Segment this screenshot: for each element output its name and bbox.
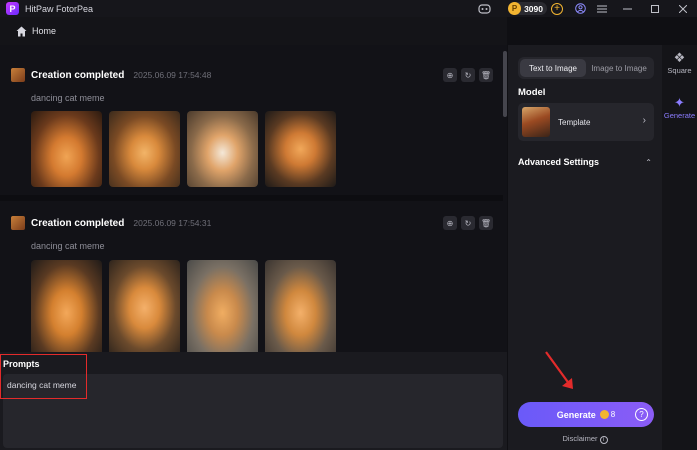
regenerate-icon[interactable]: ↻ [461, 216, 475, 230]
app-title: HitPaw FotorPea [25, 3, 94, 14]
coin-icon: P [508, 2, 522, 15]
coin-icon [599, 410, 609, 419]
creation-avatar [11, 68, 25, 82]
zoom-icon[interactable]: ⊕ [443, 216, 457, 230]
result-image[interactable] [187, 260, 258, 352]
add-coins-icon[interactable]: + [551, 2, 563, 15]
disclaimer-link[interactable]: Disclaimer i [508, 434, 662, 444]
result-image[interactable] [31, 260, 102, 352]
creation-prompt: dancing cat meme [31, 93, 105, 103]
square-icon: ❖ [673, 50, 686, 65]
creation-prompt: dancing cat meme [31, 241, 105, 251]
creation-title: Creation completed [31, 69, 125, 81]
zoom-icon[interactable]: ⊕ [443, 68, 457, 82]
home-bar: Home [0, 17, 507, 45]
model-name: Template [558, 117, 591, 127]
feed-scrollbar[interactable] [503, 45, 507, 352]
model-label: Model [518, 87, 546, 98]
model-thumbnail [522, 107, 550, 137]
minimize-icon[interactable] [613, 8, 641, 10]
generate-button[interactable]: Generate 8 ? [518, 402, 654, 427]
mode-tabs: Text to Image Image to Image [518, 57, 654, 79]
menu-icon[interactable] [595, 5, 609, 13]
maximize-icon[interactable] [641, 4, 669, 13]
creation-time: 2025.06.09 17:54:31 [133, 218, 212, 228]
settings-panel: Text to Image Image to Image Model Templ… [508, 45, 662, 450]
help-icon[interactable]: ? [635, 408, 648, 421]
title-bar: P HitPaw FotorPea P 3090 + [0, 0, 697, 17]
tool-strip: ❖ Square ✦ Generate [662, 45, 697, 450]
disclaimer-label: Disclaimer [562, 434, 598, 443]
chevron-up-icon[interactable]: ⌃ [645, 158, 652, 167]
generate-label: Generate [556, 409, 596, 420]
home-icon[interactable] [16, 26, 27, 37]
model-selector[interactable]: Template › [518, 103, 654, 141]
regenerate-icon[interactable]: ↻ [461, 68, 475, 82]
result-image[interactable] [31, 111, 102, 187]
account-icon[interactable] [573, 3, 587, 14]
highlight-box [0, 354, 87, 399]
delete-icon[interactable]: 🗑 [479, 216, 493, 230]
creation-time: 2025.06.09 17:54:48 [133, 70, 212, 80]
app-logo-icon: P [6, 2, 19, 15]
coin-count: 3090 [524, 3, 543, 14]
creation-title: Creation completed [31, 217, 125, 229]
coin-balance[interactable]: P 3090 [508, 2, 547, 15]
advanced-settings-label[interactable]: Advanced Settings [518, 157, 599, 167]
result-image[interactable] [187, 111, 258, 187]
close-icon[interactable] [669, 4, 697, 13]
home-link[interactable]: Home [32, 26, 56, 36]
creation-card: Creation completed 2025.06.09 17:54:48 ⊕… [0, 45, 503, 195]
annotation-arrow [545, 351, 573, 389]
result-image[interactable] [265, 260, 336, 352]
tab-text-to-image[interactable]: Text to Image [520, 59, 586, 77]
info-icon: i [599, 436, 608, 444]
generate-cost: 8 [610, 410, 616, 419]
creation-avatar [11, 216, 25, 230]
strip-item-generate[interactable]: ✦ Generate [662, 95, 697, 120]
creation-card: Creation completed 2025.06.09 17:54:31 ⊕… [0, 201, 503, 352]
result-image[interactable] [109, 111, 180, 187]
chevron-right-icon: › [642, 115, 646, 126]
result-image[interactable] [265, 111, 336, 187]
discord-icon[interactable] [476, 3, 492, 14]
strip-item-square[interactable]: ❖ Square [662, 50, 697, 75]
tab-image-to-image[interactable]: Image to Image [586, 59, 652, 77]
result-image[interactable] [109, 260, 180, 352]
sparkle-icon: ✦ [674, 95, 685, 110]
delete-icon[interactable]: 🗑 [479, 68, 493, 82]
creation-feed: Creation completed 2025.06.09 17:54:48 ⊕… [0, 45, 507, 352]
